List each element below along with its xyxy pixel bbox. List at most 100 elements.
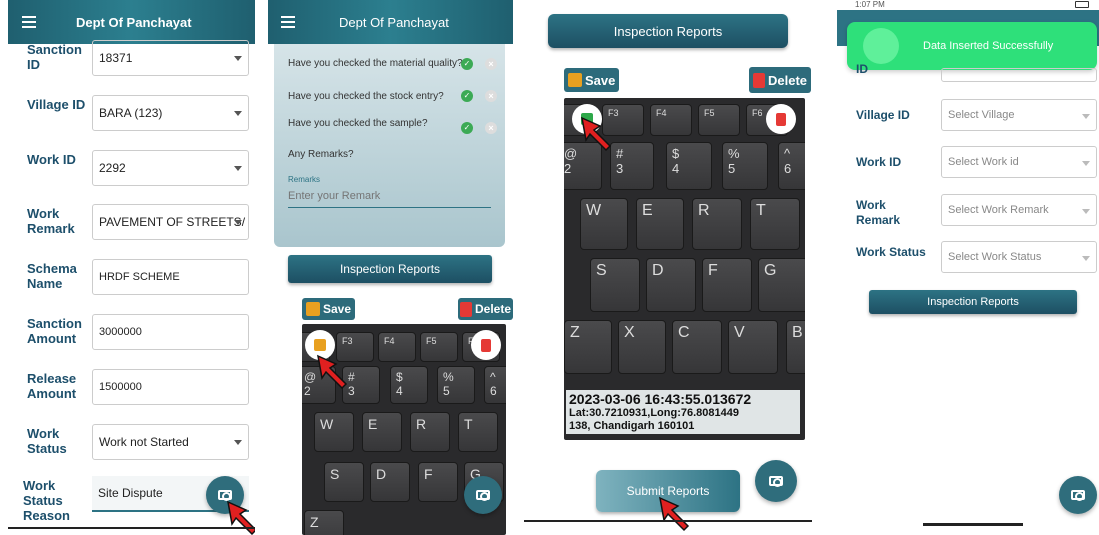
- field-label: Work ID: [856, 155, 902, 169]
- menu-icon[interactable]: [22, 16, 36, 28]
- photo-info-overlay: 2023-03-06 16:43:55.013672 Lat:30.721093…: [566, 390, 800, 434]
- save-label: Save: [323, 302, 352, 316]
- remarks-label: Remarks: [288, 175, 321, 184]
- remarks-input[interactable]: [288, 184, 491, 208]
- field-label: Work ID: [27, 152, 76, 167]
- camera-button[interactable]: [464, 476, 502, 514]
- save-icon: [306, 302, 320, 316]
- field-dropdown[interactable]: Select Work Remark: [941, 194, 1097, 226]
- inspection-reports-button[interactable]: Inspection Reports: [869, 290, 1077, 314]
- field-label: Work Status: [27, 426, 67, 456]
- pointer-arrow-icon: [581, 116, 612, 152]
- question-material: Have you checked the material quality?: [288, 58, 463, 69]
- field-dropdown[interactable]: Select Work id: [941, 146, 1097, 178]
- chevron-down-icon: [234, 111, 242, 116]
- delete-label: Delete: [475, 302, 512, 316]
- chevron-down-icon: [1082, 114, 1090, 119]
- field-dropdown[interactable]: BARA (123): [92, 95, 249, 131]
- home-indicator: [8, 527, 255, 529]
- photo-timestamp: 2023-03-06 16:43:55.013672: [569, 391, 752, 407]
- check-icon[interactable]: ✓: [461, 58, 473, 70]
- chevron-down-icon: [1082, 161, 1090, 166]
- field-value: HRDF SCHEME: [99, 271, 180, 283]
- close-icon[interactable]: ×: [485, 90, 497, 102]
- field-label: Village ID: [856, 108, 910, 122]
- chevron-down-icon: [234, 220, 242, 225]
- home-indicator: [524, 520, 812, 522]
- screen-4: 1:07 PM Data Inserted Successfully ID Vil…: [837, 0, 1099, 535]
- success-icon: [863, 28, 899, 64]
- field-value: PAVEMENT OF STREETS/: [99, 215, 246, 229]
- field-value: Site Dispute: [98, 486, 163, 500]
- app-bar: Dept Of Panchayat: [8, 0, 255, 44]
- field-value: Select Village: [948, 109, 1015, 121]
- field-value: 3000000: [99, 326, 142, 338]
- screen-1: Dept Of Panchayat Sanction ID 18371 Villag…: [8, 0, 255, 535]
- field-label: Release Amount: [27, 371, 77, 401]
- field-label: Work Remark: [27, 206, 75, 236]
- status-time: 1:07 PM: [855, 0, 885, 9]
- question-stock: Have you checked the stock entry?: [288, 91, 444, 102]
- battery-icon: [1075, 1, 1089, 8]
- field-input[interactable]: 1500000: [92, 369, 249, 405]
- menu-icon[interactable]: [281, 16, 295, 28]
- chevron-down-icon: [234, 166, 242, 171]
- save-icon: [568, 73, 582, 87]
- delete-label: Delete: [768, 72, 808, 88]
- chevron-down-icon: [1082, 209, 1090, 214]
- close-icon[interactable]: ×: [485, 122, 497, 134]
- field-dropdown[interactable]: Work not Started: [92, 424, 249, 460]
- check-icon[interactable]: ✓: [461, 122, 473, 134]
- checklist-card: Have you checked the material quality? ✓…: [274, 44, 505, 247]
- delete-button[interactable]: Delete: [749, 67, 812, 93]
- field-dropdown[interactable]: Select Work Status: [941, 241, 1097, 273]
- remarks-heading: Any Remarks?: [288, 149, 354, 160]
- trash-icon: [460, 301, 472, 317]
- field-value: 1500000: [99, 381, 142, 393]
- field-value: BARA (123): [99, 106, 163, 120]
- close-icon[interactable]: ×: [485, 58, 497, 70]
- field-label: Village ID: [27, 97, 86, 112]
- save-button[interactable]: Save: [302, 298, 356, 320]
- field-label: ID: [856, 62, 868, 76]
- field-value: Select Work Remark: [948, 204, 1049, 216]
- camera-button[interactable]: [1059, 476, 1097, 514]
- pointer-arrow-icon: [227, 500, 255, 535]
- field-dropdown[interactable]: Select Village: [941, 99, 1097, 131]
- inspection-reports-button[interactable]: Inspection Reports: [548, 14, 788, 48]
- field-dropdown[interactable]: 2292: [92, 150, 249, 186]
- field-dropdown[interactable]: PAVEMENT OF STREETS/: [92, 204, 249, 240]
- app-title: Dept Of Panchayat: [339, 14, 449, 30]
- delete-photo-button[interactable]: [766, 104, 796, 134]
- chevron-down-icon: [234, 56, 242, 61]
- save-label: Save: [585, 72, 616, 88]
- field-label: Sanction ID: [27, 42, 82, 72]
- status-bar: 1:07 PM: [837, 0, 1099, 10]
- camera-icon: [1071, 490, 1085, 501]
- field-value: 2292: [99, 161, 126, 175]
- pointer-arrow-icon: [317, 354, 348, 390]
- field-dropdown[interactable]: 18371: [92, 40, 249, 76]
- app-bar: Dept Of Panchayat: [268, 0, 513, 44]
- field-value: Select Work id: [948, 156, 1019, 168]
- trash-icon: [753, 72, 765, 88]
- delete-photo-button[interactable]: [471, 330, 501, 360]
- camera-button[interactable]: [755, 460, 797, 502]
- field-input[interactable]: 3000000: [92, 314, 249, 350]
- field-value: 18371: [99, 51, 133, 65]
- save-button[interactable]: Save: [564, 68, 620, 92]
- field-label: Work Remark: [856, 198, 901, 227]
- screen-2: Dept Of Panchayat Have you checked the m…: [268, 0, 513, 535]
- chevron-down-icon: [234, 440, 242, 445]
- field-input[interactable]: HRDF SCHEME: [92, 259, 249, 295]
- field-dropdown[interactable]: [941, 68, 1097, 82]
- field-label: Schema Name: [27, 261, 77, 291]
- home-indicator: [923, 523, 1023, 526]
- app-title: Dept Of Panchayat: [76, 14, 192, 30]
- photo-address: 138, Chandigarh 160101: [569, 420, 695, 432]
- question-sample: Have you checked the sample?: [288, 118, 428, 129]
- delete-button[interactable]: Delete: [458, 298, 513, 320]
- check-icon[interactable]: ✓: [461, 90, 473, 102]
- toast-message: Data Inserted Successfully: [923, 40, 1054, 52]
- inspection-reports-button[interactable]: Inspection Reports: [288, 255, 492, 283]
